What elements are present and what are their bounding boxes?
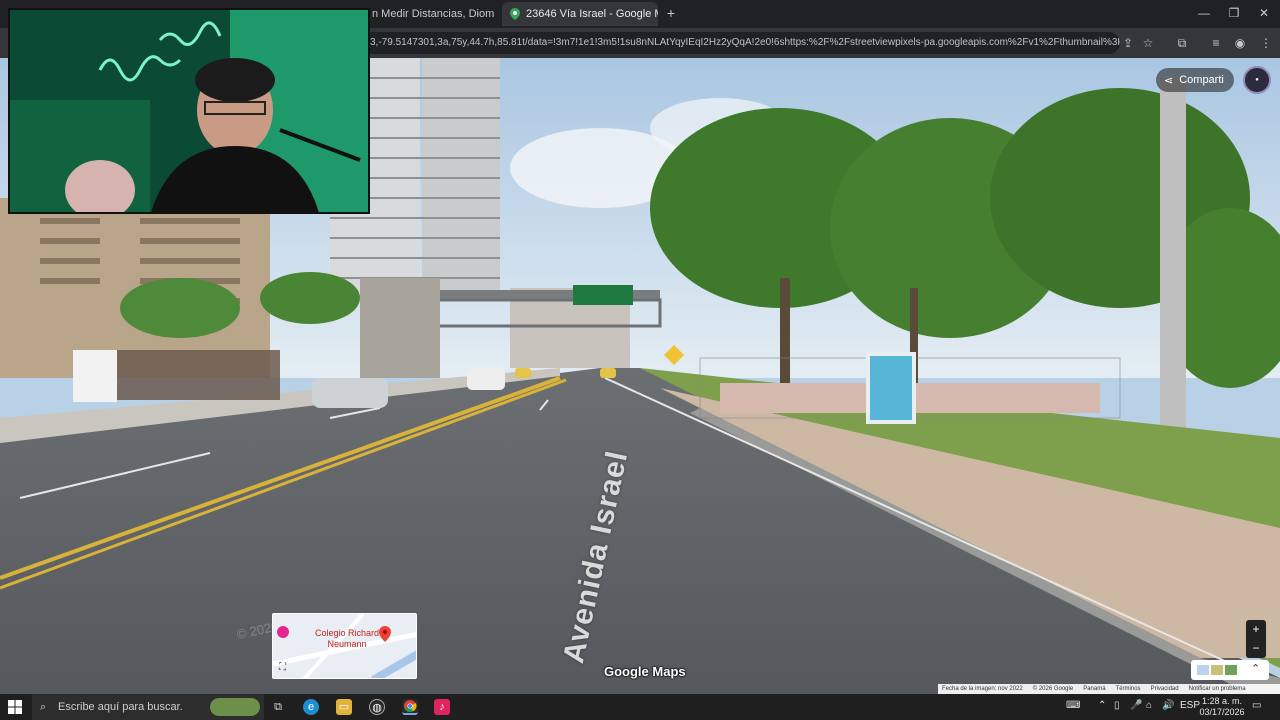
chevron-up-icon: ⌃ [1251, 663, 1261, 675]
google-maps-logo: Google Maps [604, 664, 686, 679]
map-pin-icon [379, 626, 391, 642]
maps-footer: Fecha de la imagen: nov 2022 © 2026 Goog… [938, 684, 1280, 694]
privacy-link[interactable]: Privacidad [1151, 686, 1179, 692]
tab-title: n Medir Distancias, Diom [372, 8, 495, 20]
chrome-icon[interactable] [402, 699, 418, 715]
system-clock[interactable]: 1:28 a. m. 03/17/2026 [1198, 696, 1246, 718]
clock-date: 03/17/2026 [1199, 707, 1245, 717]
expand-map-icon[interactable]: ⛶ [279, 662, 286, 673]
bookmark-star-icon[interactable]: ☆ [1140, 35, 1156, 51]
image-date: Fecha de la imagen: nov 2022 [942, 686, 1023, 692]
menu-kebab-icon[interactable]: ⋮ [1258, 35, 1274, 51]
file-explorer-icon[interactable]: ▭ [336, 699, 352, 715]
obs-icon[interactable]: ◍ [369, 699, 385, 715]
copyright: © 2026 Google [1032, 686, 1074, 692]
place-marker-icon [277, 626, 289, 638]
windows-start-icon[interactable] [8, 700, 22, 714]
edge-icon[interactable]: e [303, 699, 319, 715]
layers-button[interactable]: ⌃ [1191, 660, 1269, 680]
extensions-icon[interactable]: ⧉ [1174, 35, 1190, 51]
clock-time: 1:28 a. m. [1201, 696, 1243, 706]
minimize-icon[interactable]: — [1192, 4, 1216, 22]
share-button[interactable]: ⋖ Comparti [1156, 68, 1234, 92]
tab-title: 23646 Vía Israel - Google Maps [526, 8, 658, 20]
notifications-icon[interactable]: ▭ [1252, 700, 1261, 711]
tiktok-icon[interactable]: ♪ [434, 699, 450, 715]
media-controls-icon[interactable]: ≡ [1208, 35, 1224, 51]
task-view-icon[interactable]: ⧉ [270, 699, 286, 715]
search-placeholder: Escribe aquí para buscar. [58, 701, 183, 713]
layer-thumb-icon [1225, 665, 1237, 675]
tab-measure-distances[interactable]: n Medir Distancias, Diom ▣ ✕ [364, 2, 498, 26]
maps-pin-icon [510, 8, 520, 20]
zoom-in-button[interactable]: + [1246, 620, 1266, 639]
battery-icon[interactable]: ▯ [1114, 700, 1120, 711]
webcam-feed [10, 10, 368, 212]
webcam-overlay [8, 8, 370, 214]
avatar[interactable]: ● [1243, 66, 1271, 94]
share-label: Comparti [1179, 74, 1224, 86]
minimap-place-label: Colegio Richard Neumann [314, 628, 380, 649]
new-tab-button[interactable]: + [664, 5, 678, 21]
zoom-out-button[interactable]: − [1246, 639, 1266, 658]
taskbar-search-input[interactable]: ⌕ Escribe aquí para buscar. [32, 694, 264, 720]
chevron-up-icon[interactable]: ⌃ [1098, 700, 1106, 711]
microphone-icon[interactable]: 🎤 [1130, 700, 1142, 711]
search-highlight-icon [210, 698, 260, 716]
restore-icon[interactable]: ❐ [1222, 4, 1246, 22]
zoom-control: + − [1246, 620, 1266, 658]
address-bar[interactable]: 3,-79.5147301,3a,75y,44.7h,85.81t/data=!… [360, 32, 1120, 54]
layer-thumb-icon [1197, 665, 1209, 675]
install-app-icon[interactable]: ⇪ [1120, 35, 1136, 51]
terms-link[interactable]: Términos [1116, 686, 1141, 692]
share-icon: ⋖ [1164, 74, 1174, 87]
keyboard-icon[interactable]: ⌨ [1066, 700, 1080, 711]
network-icon[interactable]: ⌂ [1146, 700, 1152, 711]
windows-taskbar: ⌕ Escribe aquí para buscar. ⧉ e ▭ ◍ ♪ ⌨ … [0, 694, 1280, 720]
country-link[interactable]: Panamá [1083, 686, 1105, 692]
minimap[interactable]: Colegio Richard Neumann ⛶ [272, 613, 417, 679]
search-icon: ⌕ [40, 701, 47, 713]
language-indicator[interactable]: ESP [1180, 700, 1200, 711]
close-window-icon[interactable]: ✕ [1252, 4, 1276, 22]
layer-thumb-icon [1211, 665, 1223, 675]
profile-icon[interactable]: ◉ [1232, 35, 1248, 51]
volume-icon[interactable]: 🔊 [1162, 700, 1174, 711]
tab-google-maps[interactable]: 23646 Vía Israel - Google Maps ✕ [502, 2, 658, 26]
report-link[interactable]: Notificar un problema [1189, 686, 1246, 692]
